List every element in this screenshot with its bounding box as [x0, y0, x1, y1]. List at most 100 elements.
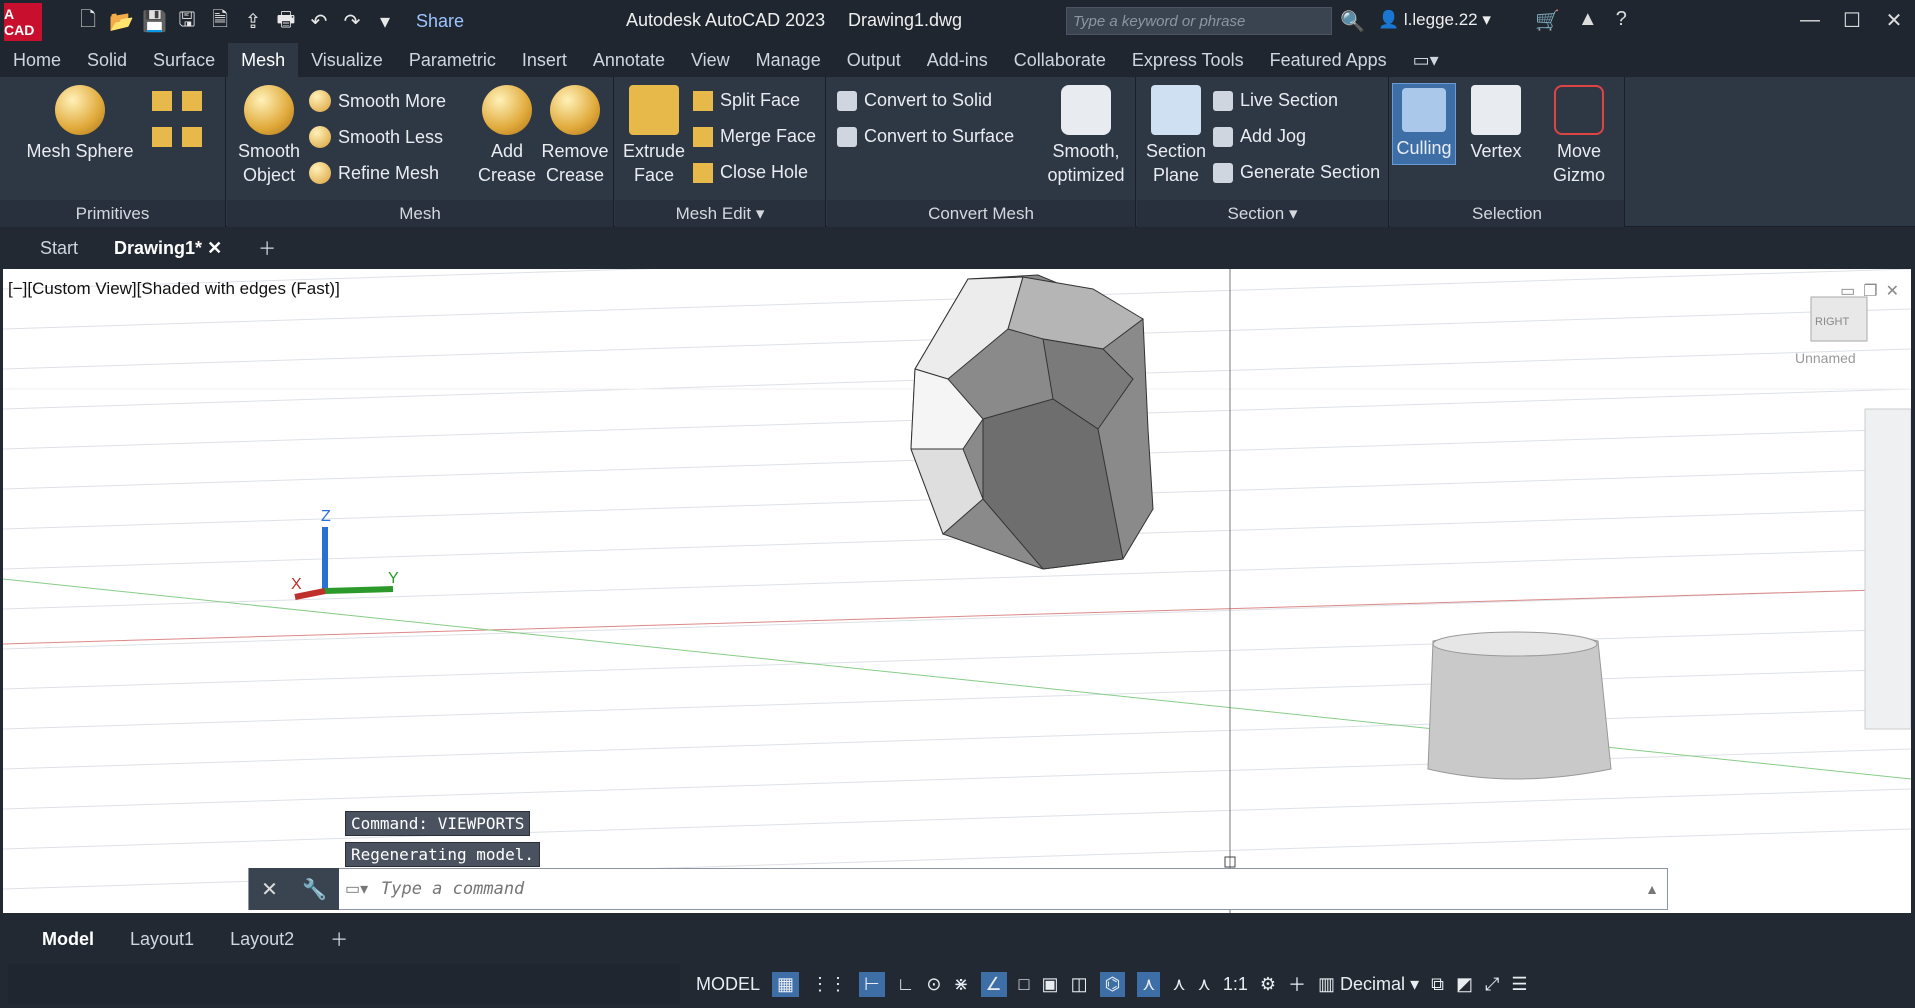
- object-snap-tracking-icon[interactable]: ∠: [980, 971, 1007, 997]
- close-command-icon[interactable]: ✕: [261, 877, 278, 902]
- tab-express-tools[interactable]: Express Tools: [1119, 43, 1257, 77]
- generate-section-button[interactable]: Generate Section: [1213, 162, 1380, 183]
- close-icon[interactable]: ✕: [1873, 0, 1915, 40]
- panel-title-primitives[interactable]: Primitives: [0, 200, 225, 227]
- vertex-dropdown[interactable]: Vertex: [1464, 85, 1528, 163]
- units-dropdown[interactable]: ▥ Decimal ▾: [1318, 974, 1419, 995]
- recent-commands-icon[interactable]: ▭▾: [345, 879, 368, 899]
- save-icon[interactable]: 💾: [142, 9, 167, 34]
- new-tab-button[interactable]: ＋: [240, 235, 294, 261]
- tab-solid[interactable]: Solid: [74, 43, 140, 77]
- smooth-more-button[interactable]: Smooth More: [309, 90, 446, 112]
- mesh-wedge-icon[interactable]: [182, 91, 202, 111]
- panel-title-mesh-edit[interactable]: Mesh Edit ▾: [615, 200, 825, 227]
- tab-output[interactable]: Output: [834, 43, 914, 77]
- merge-face-button[interactable]: Merge Face: [693, 126, 816, 147]
- tab-model[interactable]: Model: [24, 929, 112, 950]
- isolate-objects-icon[interactable]: ◩: [1456, 974, 1473, 995]
- mesh-sphere-button[interactable]: Mesh Sphere: [20, 85, 140, 163]
- tab-insert[interactable]: Insert: [509, 43, 580, 77]
- convert-to-solid-button[interactable]: Convert to Solid: [837, 90, 992, 111]
- remove-crease-button[interactable]: Remove Crease: [539, 85, 611, 187]
- section-plane-button[interactable]: Section Plane: [1141, 85, 1211, 187]
- tab-annotate[interactable]: Annotate: [580, 43, 678, 77]
- cylinder-object[interactable]: [1427, 631, 1612, 780]
- autocad-logo[interactable]: A CAD: [4, 2, 42, 41]
- model-space-button[interactable]: MODEL: [696, 974, 760, 995]
- move-gizmo-dropdown[interactable]: Move Gizmo: [1538, 85, 1620, 187]
- save-as-icon[interactable]: 🖫: [175, 5, 199, 39]
- transparency-icon[interactable]: ▣: [1042, 974, 1059, 995]
- snap-icon[interactable]: ⋮⋮: [811, 974, 847, 995]
- infer-constraints-icon[interactable]: ⊢: [859, 971, 885, 997]
- viewport-close-icon[interactable]: ✕: [1886, 281, 1899, 301]
- tab-view[interactable]: View: [678, 43, 743, 77]
- annotation-monitor-icon[interactable]: ＋: [1288, 971, 1306, 997]
- new-icon[interactable]: 🗋: [76, 5, 100, 39]
- add-layout-button[interactable]: ＋: [312, 926, 366, 952]
- tab-layout2[interactable]: Layout2: [212, 929, 312, 950]
- user-account[interactable]: 👤 l.legge.22 ▾: [1378, 10, 1491, 30]
- viewport-restore-icon[interactable]: ❐: [1863, 281, 1877, 301]
- selection-cycling-icon[interactable]: ◫: [1071, 974, 1088, 995]
- tab-collaborate[interactable]: Collaborate: [1001, 43, 1119, 77]
- ortho-icon[interactable]: ∟: [897, 974, 915, 995]
- extrude-face-button[interactable]: Extrude Face: [619, 85, 689, 187]
- isodraft-icon[interactable]: ⋇: [953, 974, 968, 995]
- tab-add-ins[interactable]: Add-ins: [914, 43, 1001, 77]
- undo-icon[interactable]: ↶: [307, 9, 331, 34]
- publish-icon[interactable]: 🗎: [208, 5, 232, 39]
- culling-button[interactable]: Culling: [1392, 83, 1456, 165]
- annotation-scale-value[interactable]: 1:1: [1223, 974, 1248, 995]
- viewcube[interactable]: RIGHT: [1810, 296, 1868, 342]
- auto-scale-icon[interactable]: ⋏: [1172, 974, 1185, 995]
- drawing-viewport[interactable]: Z Y X RIGHT Unnamed [−][Custom View][Sha…: [3, 269, 1911, 913]
- add-crease-button[interactable]: Add Crease: [475, 85, 539, 187]
- redo-icon[interactable]: ↷: [340, 9, 364, 34]
- grid-icon[interactable]: ▦: [772, 971, 800, 997]
- split-face-button[interactable]: Split Face: [693, 90, 800, 111]
- open-icon[interactable]: 📂: [109, 9, 134, 34]
- viewport-minimize-icon[interactable]: ▭: [1840, 281, 1855, 301]
- tab-mesh[interactable]: Mesh: [228, 43, 299, 77]
- revolved-surface-icon[interactable]: [182, 127, 202, 147]
- maximize-icon[interactable]: ☐: [1831, 0, 1873, 40]
- annotation-scale-icon[interactable]: ⋏: [1198, 974, 1211, 995]
- polar-icon[interactable]: ⊙: [926, 974, 941, 995]
- ucs-icon[interactable]: Z Y X: [291, 508, 399, 600]
- quick-properties-icon[interactable]: ⧉: [1431, 974, 1444, 995]
- minimize-icon[interactable]: —: [1789, 0, 1831, 40]
- panel-title-section[interactable]: Section ▾: [1137, 200, 1388, 227]
- command-input[interactable]: [381, 879, 1581, 899]
- convert-to-surface-button[interactable]: Convert to Surface: [837, 126, 1014, 147]
- autodesk-icon[interactable]: ▲: [1578, 8, 1598, 33]
- plot-icon[interactable]: 🖶: [274, 5, 298, 39]
- tab-parametric[interactable]: Parametric: [396, 43, 509, 77]
- tab-surface[interactable]: Surface: [140, 43, 228, 77]
- close-tab-icon[interactable]: ✕: [207, 238, 222, 258]
- help-icon[interactable]: ?: [1616, 8, 1627, 33]
- refine-mesh-button[interactable]: Refine Mesh: [309, 162, 439, 184]
- tab-manage[interactable]: Manage: [743, 43, 834, 77]
- qat-dropdown-icon[interactable]: ▾: [373, 9, 397, 34]
- tab-start[interactable]: Start: [22, 238, 96, 259]
- fullscreen-icon[interactable]: ⤢: [1485, 974, 1499, 995]
- object-snap-icon[interactable]: □: [1019, 974, 1030, 995]
- command-history-toggle-icon[interactable]: ▲: [1645, 881, 1659, 897]
- share-button[interactable]: Share: [416, 11, 464, 32]
- navigation-bar[interactable]: [1864, 408, 1911, 730]
- live-section-button[interactable]: Live Section: [1213, 90, 1338, 111]
- smooth-optimized-dropdown[interactable]: Smooth, optimized: [1039, 85, 1133, 187]
- panel-title-mesh[interactable]: Mesh: [227, 200, 613, 227]
- named-view-menu[interactable]: Unnamed: [1795, 350, 1856, 366]
- ribbon-minimize-icon[interactable]: ▭▾: [1400, 43, 1452, 77]
- search-icon[interactable]: 🔍: [1340, 9, 1365, 34]
- mesh-cylinder-icon[interactable]: [152, 91, 172, 111]
- search-input[interactable]: Type a keyword or phrase: [1066, 7, 1332, 35]
- cart-icon[interactable]: 🛒: [1535, 8, 1560, 33]
- customization-menu-icon[interactable]: ☰: [1511, 974, 1527, 995]
- customize-wrench-icon[interactable]: 🔧: [302, 877, 327, 902]
- tab-visualize[interactable]: Visualize: [298, 43, 396, 77]
- smooth-object-button[interactable]: Smooth Object: [231, 85, 307, 187]
- tab-home[interactable]: Home: [0, 43, 74, 77]
